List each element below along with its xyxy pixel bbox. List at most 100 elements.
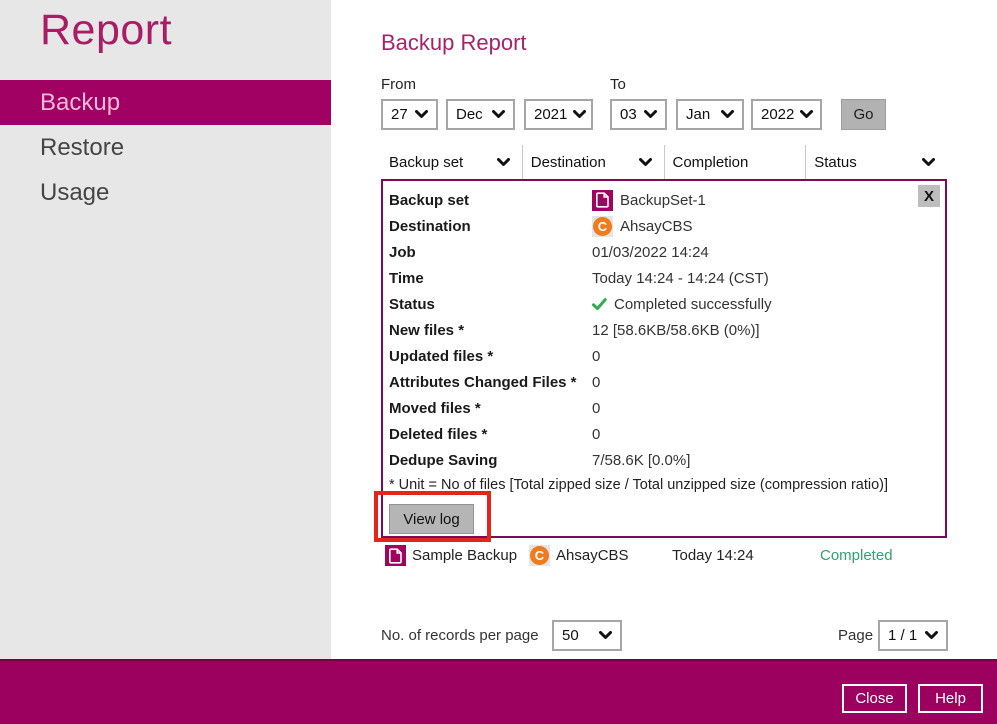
backup-set-name: BackupSet-1 xyxy=(620,191,706,209)
detail-row-attr-changed-files: Attributes Changed Files * 0 xyxy=(383,369,945,395)
detail-value: BackupSet-1 xyxy=(592,189,706,211)
row-time: Today 14:24 xyxy=(672,547,754,564)
view-log-button[interactable]: View log xyxy=(389,504,474,534)
close-detail-button[interactable]: X xyxy=(918,185,940,207)
time-value: Today 14:24 - 14:24 (CST) xyxy=(592,269,769,287)
chevron-down-icon xyxy=(721,110,734,119)
deleted-files-value: 0 xyxy=(592,425,601,443)
chevron-down-icon xyxy=(644,110,657,119)
detail-label: Deleted files * xyxy=(389,425,488,443)
filter-backup-set[interactable]: Backup set xyxy=(381,145,523,179)
backup-set-icon xyxy=(592,189,613,211)
sidebar-item-label: Restore xyxy=(40,133,125,161)
detail-value: AhsayCBS xyxy=(592,215,693,237)
records-per-page-select[interactable]: 50 xyxy=(552,620,622,651)
sidebar-item-backup[interactable]: Backup xyxy=(0,80,331,125)
chevron-down-icon xyxy=(415,110,428,119)
detail-label: Status xyxy=(389,295,435,313)
attr-changed-value: 0 xyxy=(592,373,601,391)
detail-label: New files * xyxy=(389,321,465,339)
filter-destination[interactable]: Destination xyxy=(523,145,665,179)
main-content: Backup Report From To 27 Dec 2021 03 Jan… xyxy=(331,0,997,659)
destination-name: AhsayCBS xyxy=(620,217,693,235)
filter-status[interactable]: Status xyxy=(806,145,947,179)
detail-label: Job xyxy=(389,243,416,261)
report-window: Report Backup Restore Usage Backup Repor… xyxy=(0,0,997,724)
chevron-down-icon xyxy=(573,110,587,119)
row-destination: AhsayCBS xyxy=(556,547,629,564)
to-label: To xyxy=(610,76,626,93)
detail-label: Dedupe Saving xyxy=(389,451,498,469)
detail-rows: Backup set BackupSet-1 Destination Ahsay… xyxy=(383,181,945,473)
detail-row-time: Time Today 14:24 - 14:24 (CST) xyxy=(383,265,945,291)
records-per-page-value: 50 xyxy=(562,627,579,644)
filter-completion[interactable]: Completion xyxy=(665,145,807,179)
records-per-page-label: No. of records per page xyxy=(381,627,539,644)
to-month-value: Jan xyxy=(686,106,711,123)
from-day-select[interactable]: 27 xyxy=(381,99,438,130)
detail-row-deleted-files: Deleted files * 0 xyxy=(383,421,945,447)
to-year-value: 2022 xyxy=(761,106,795,123)
check-icon xyxy=(592,297,607,311)
sidebar-item-usage[interactable]: Usage xyxy=(0,170,331,215)
updated-files-value: 0 xyxy=(592,347,601,365)
sidebar-title: Report xyxy=(40,6,173,54)
to-year-select[interactable]: 2022 xyxy=(751,99,822,130)
backup-job-row[interactable]: Sample Backup AhsayCBS Today 14:24 Compl… xyxy=(381,544,947,572)
unit-footnote: * Unit = No of files [Total zipped size … xyxy=(389,477,889,493)
detail-value: Completed successfully xyxy=(592,296,772,313)
from-year-value: 2021 xyxy=(534,106,568,123)
detail-label: Updated files * xyxy=(389,347,494,365)
chevron-down-icon xyxy=(599,631,612,640)
page-label: Page xyxy=(838,627,874,644)
page-select[interactable]: 1 / 1 xyxy=(878,620,948,651)
to-day-select[interactable]: 03 xyxy=(610,99,667,130)
from-month-value: Dec xyxy=(456,106,483,123)
from-month-select[interactable]: Dec xyxy=(446,99,515,130)
detail-row-job: Job 01/03/2022 14:24 xyxy=(383,239,945,265)
job-detail-panel: X Backup set BackupSet-1 Destination Ahs… xyxy=(381,179,947,538)
page-value: 1 / 1 xyxy=(888,627,918,644)
sidebar-item-restore[interactable]: Restore xyxy=(0,125,331,170)
page-title: Backup Report xyxy=(381,30,527,55)
filter-label: Destination xyxy=(530,153,606,171)
backup-set-icon xyxy=(385,545,406,566)
filter-label: Completion xyxy=(672,153,749,171)
detail-label: Attributes Changed Files * xyxy=(389,373,577,391)
from-label: From xyxy=(381,76,416,93)
row-backup-set-name: Sample Backup xyxy=(412,547,518,564)
to-month-select[interactable]: Jan xyxy=(676,99,744,130)
chevron-down-icon xyxy=(638,154,652,171)
chevron-down-icon xyxy=(922,154,935,171)
ahsaycbs-icon xyxy=(529,545,550,566)
detail-label: Time xyxy=(389,269,424,287)
dedupe-saving-value: 7/58.6K [0.0%] xyxy=(592,451,691,469)
job-value: 01/03/2022 14:24 xyxy=(592,243,709,261)
filter-label: Status xyxy=(814,153,857,171)
chevron-down-icon xyxy=(925,631,938,640)
help-button[interactable]: Help xyxy=(918,684,983,713)
sidebar: Report Backup Restore Usage xyxy=(0,0,331,659)
chevron-down-icon xyxy=(496,154,510,171)
row-status-badge: Completed xyxy=(820,547,893,564)
sidebar-nav: Backup Restore Usage xyxy=(0,80,331,215)
moved-files-value: 0 xyxy=(592,399,601,417)
filter-label: Backup set xyxy=(389,153,464,171)
new-files-value: 12 [58.6KB/58.6KB (0%)] xyxy=(592,321,760,339)
chevron-down-icon xyxy=(492,110,505,119)
go-button[interactable]: Go xyxy=(841,99,886,130)
filter-bar: Backup set Destination Completion Status xyxy=(381,145,947,179)
from-year-select[interactable]: 2021 xyxy=(524,99,593,130)
ahsaycbs-icon xyxy=(592,215,613,237)
detail-row-new-files: New files * 12 [58.6KB/58.6KB (0%)] xyxy=(383,317,945,343)
close-button[interactable]: Close xyxy=(842,684,907,713)
detail-label: Backup set xyxy=(389,191,470,209)
chevron-down-icon xyxy=(800,110,814,119)
detail-label: Destination xyxy=(389,217,471,235)
sidebar-item-label: Backup xyxy=(40,88,121,116)
to-day-value: 03 xyxy=(620,106,637,123)
from-day-value: 27 xyxy=(391,106,408,123)
footer-bar: Close Help xyxy=(0,659,997,724)
detail-row-backup-set: Backup set BackupSet-1 xyxy=(383,187,945,213)
sidebar-item-label: Usage xyxy=(40,178,110,206)
